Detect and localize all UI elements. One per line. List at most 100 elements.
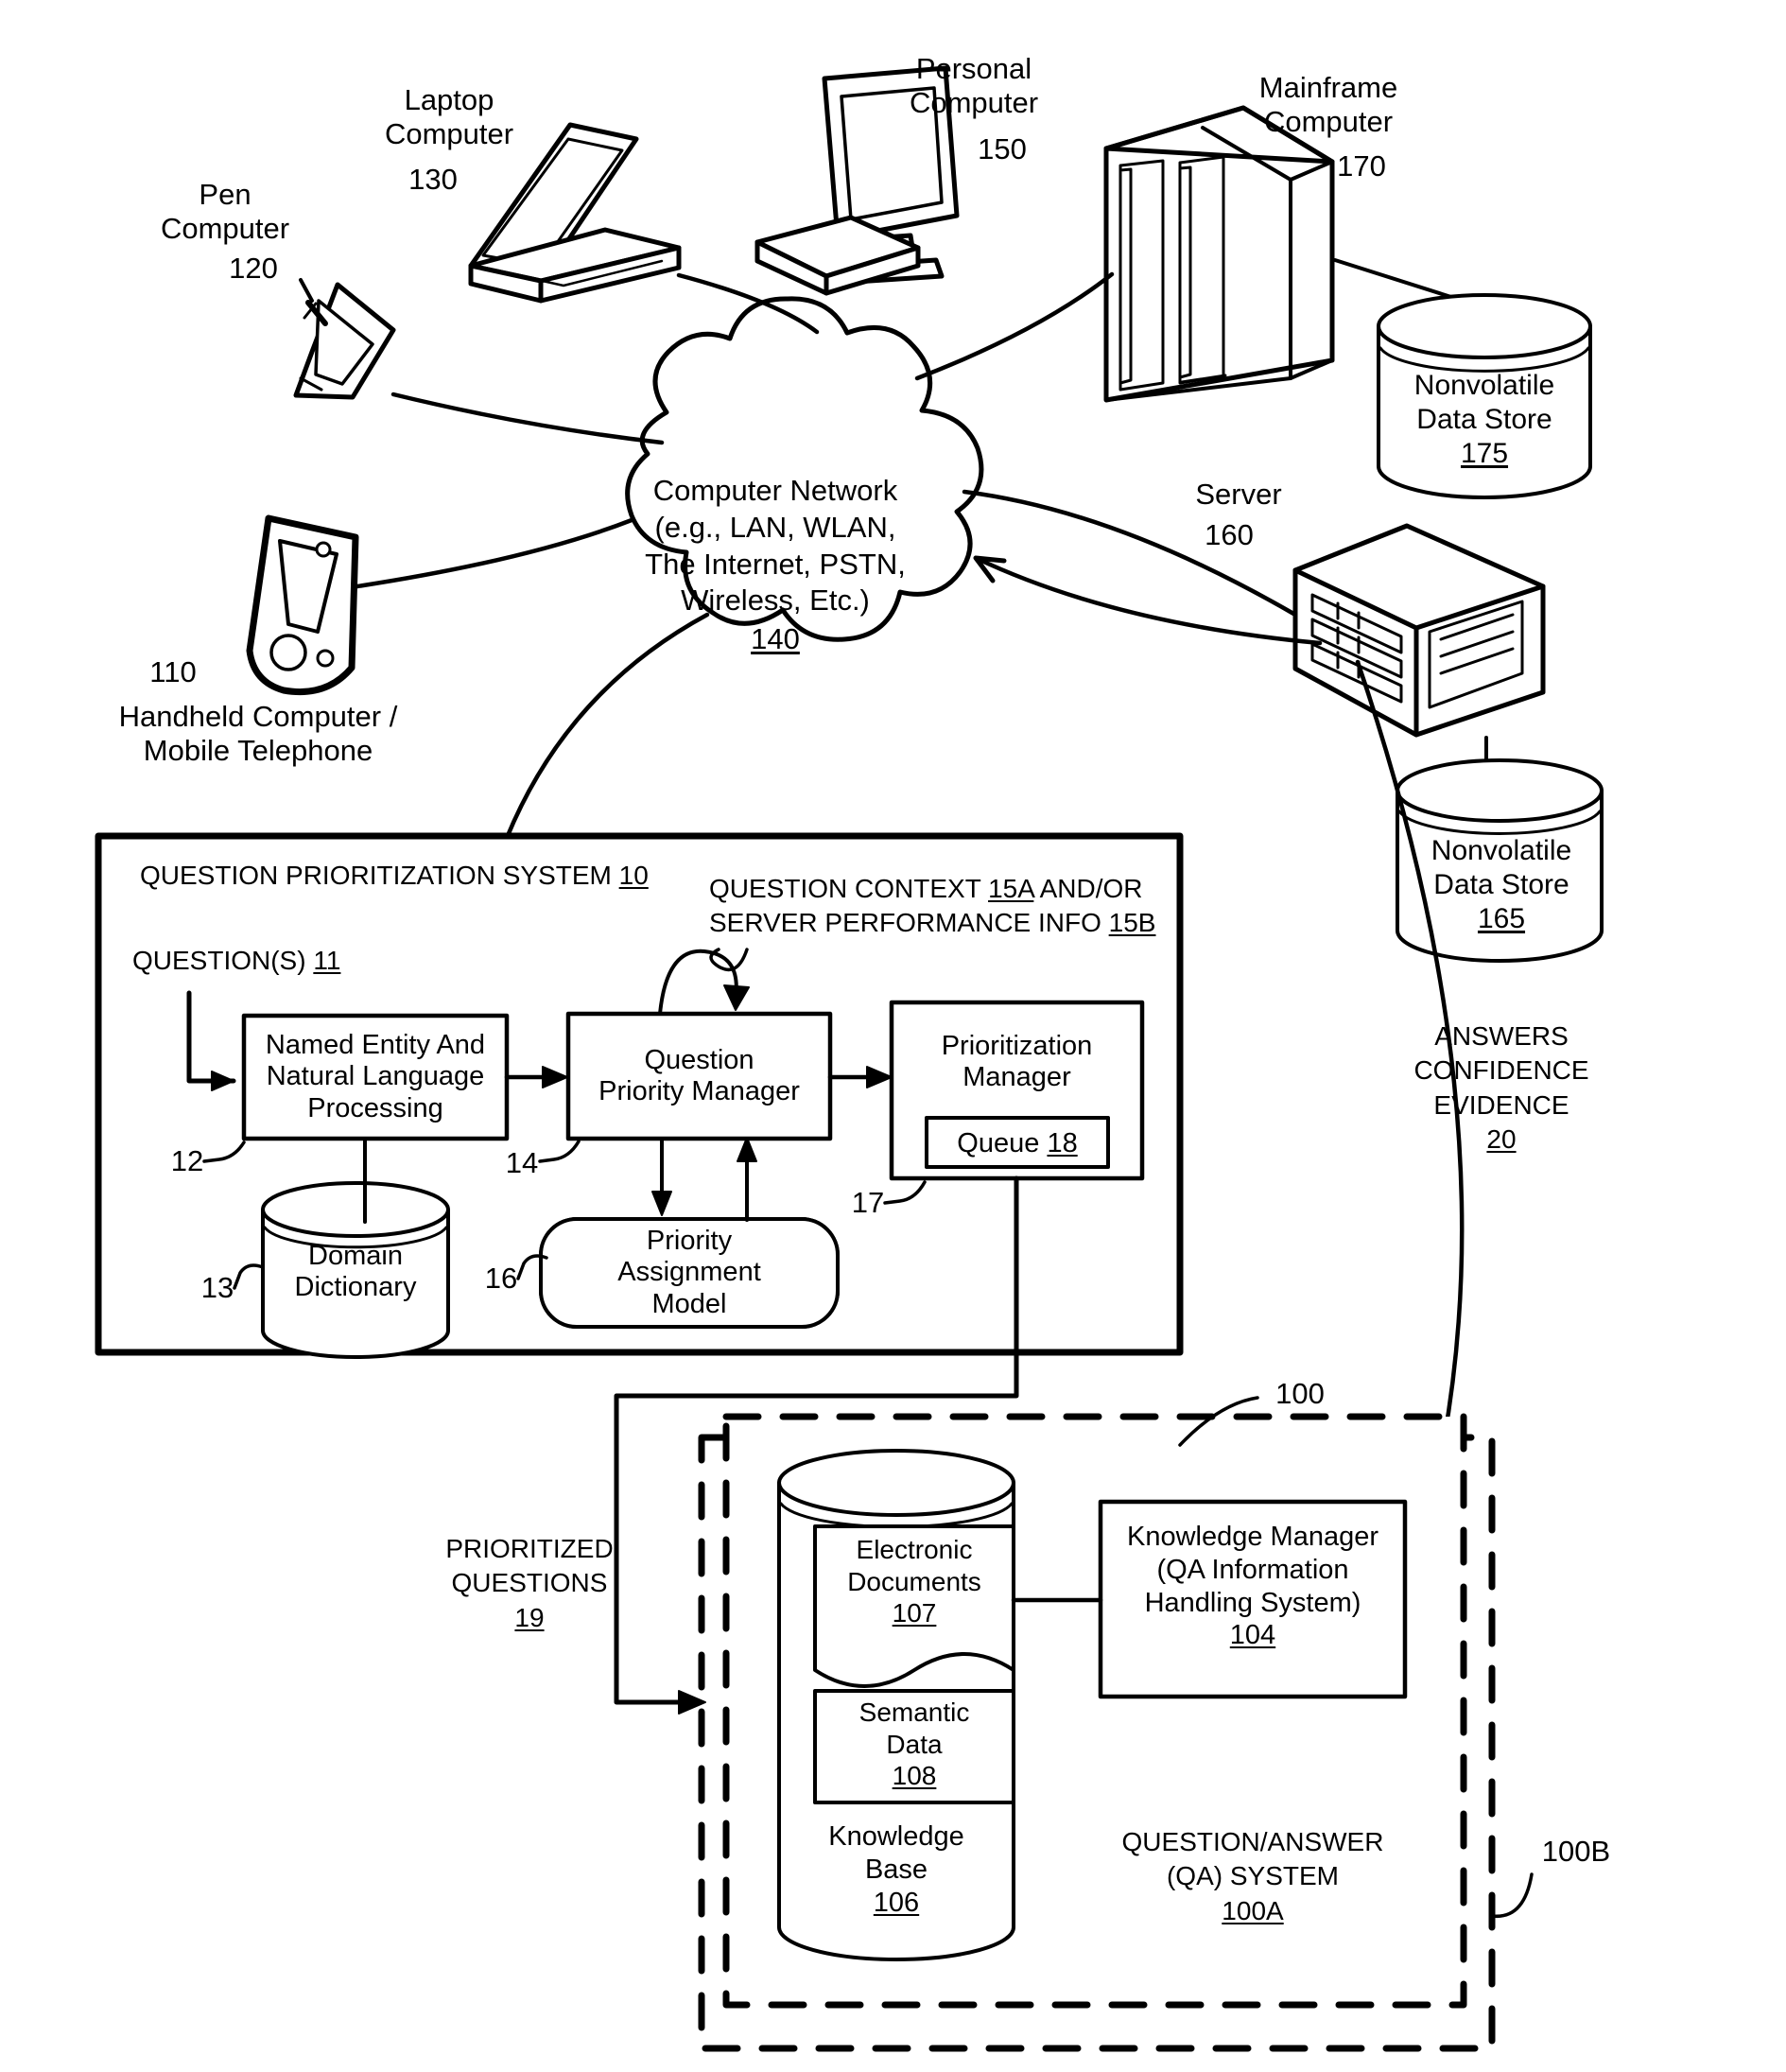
kb-line-1: Knowledge <box>828 1821 964 1852</box>
ref-14-label: 14 <box>505 1146 539 1179</box>
qa-system-title: QUESTION/ANSWER (QA) SYSTEM 100A <box>1097 1825 1409 1928</box>
nlp-line-3: Processing <box>307 1092 443 1123</box>
ref-100b-leader <box>1490 1872 1534 1918</box>
dd-line-2: Dictionary <box>294 1272 417 1302</box>
ace-line-1: ANSWERS <box>1434 1021 1569 1051</box>
personal-computer-ref: 150 <box>978 132 1027 165</box>
qps-title: QUESTION PRIORITIZATION SYSTEM 10 <box>140 861 649 891</box>
nlp-line-2: Natural Language <box>266 1061 485 1092</box>
pam-line-1: Priority <box>646 1226 733 1257</box>
ds165-ref: 165 <box>1477 903 1526 934</box>
qa-title-line-2: (QA) SYSTEM <box>1166 1861 1339 1891</box>
qpm-line-1: Question <box>644 1044 754 1075</box>
laptop-computer-label: Laptop Computer <box>384 83 514 150</box>
ds165-line-2: Data Store <box>1433 869 1569 900</box>
sd-ref: 108 <box>892 1761 937 1791</box>
question-priority-manager-label: Question Priority Manager <box>568 1014 830 1139</box>
nonvolatile-data-store-165-label: Nonvolatile Data Store 165 <box>1407 834 1596 936</box>
qpm-line-2: Priority Manager <box>598 1076 800 1106</box>
knowledge-base-label: Knowledge Base 106 <box>800 1820 993 1919</box>
qa-title-ref: 100A <box>1222 1895 1284 1925</box>
handheld-computer-icon <box>246 514 359 696</box>
dd-line-1: Domain <box>308 1240 403 1271</box>
ace-line-2: CONFIDENCE <box>1413 1055 1589 1086</box>
ref-13-label: 13 <box>200 1271 234 1304</box>
km-line-3: Handling System) <box>1144 1587 1361 1618</box>
questions-input-label: QUESTION(S) 11 <box>132 946 340 976</box>
domain-dictionary-label: Domain Dictionary <box>263 1229 448 1315</box>
handheld-computer-label: Handheld Computer / Mobile Telephone <box>118 700 398 767</box>
pam-line-3: Model <box>651 1288 727 1319</box>
ace-line-3: EVIDENCE <box>1433 1089 1569 1120</box>
prioritized-questions-label: PRIORITIZED QUESTIONS 19 <box>407 1532 652 1635</box>
prioritization-manager-label: Prioritization Manager <box>892 1019 1142 1105</box>
answers-confidence-evidence-label: ANSWERS CONFIDENCE EVIDENCE 20 <box>1388 1019 1615 1158</box>
ds175-ref: 175 <box>1460 438 1509 469</box>
ds175-line-1: Nonvolatile <box>1413 370 1555 401</box>
ace-ref: 20 <box>1486 1124 1517 1155</box>
context-post-1: AND/OR <box>1033 874 1143 903</box>
pq-line-1: PRIORITIZED <box>445 1534 614 1563</box>
ed-line-2: Documents <box>847 1566 981 1596</box>
context-ref-15a: 15A <box>988 874 1034 903</box>
nonvolatile-data-store-175-label: Nonvolatile Data Store 175 <box>1390 369 1579 471</box>
ref-16-label: 16 <box>484 1262 518 1295</box>
network-line-4: Wireless, Etc.) <box>681 583 870 618</box>
qa-title-line-1: QUESTION/ANSWER <box>1121 1827 1384 1856</box>
pm-line-1: Prioritization <box>941 1030 1093 1061</box>
ref-100-label: 100 <box>1275 1377 1325 1410</box>
network-line-3: The Internet, PSTN, <box>645 547 906 581</box>
pm-line-2: Manager <box>962 1062 1071 1092</box>
ref-100b-label: 100B <box>1541 1835 1611 1868</box>
sd-line-1: Semantic <box>858 1698 970 1727</box>
server-ref: 160 <box>1205 518 1254 551</box>
km-line-2: (QA Information <box>1156 1554 1349 1585</box>
queue-ref: 18 <box>1047 1128 1078 1158</box>
ds175-line-2: Data Store <box>1416 404 1552 435</box>
context-ref-15b: 15B <box>1108 908 1156 938</box>
kb-ref: 106 <box>873 1887 920 1918</box>
pq-line-2: QUESTIONS <box>451 1568 608 1598</box>
context-pre-1: QUESTION CONTEXT <box>709 874 989 903</box>
ed-line-1: Electronic <box>856 1535 973 1564</box>
server-label: Server <box>1195 478 1282 511</box>
handheld-computer-ref: 110 <box>149 655 197 688</box>
pq-ref: 19 <box>514 1602 545 1632</box>
priority-assignment-model-label: Priority Assignment Model <box>541 1220 838 1326</box>
pen-computer-icon <box>293 278 396 400</box>
laptop-computer-ref: 130 <box>408 163 458 196</box>
ref-12-label: 12 <box>170 1144 204 1177</box>
questions-label-text: QUESTION(S) <box>132 946 306 975</box>
ed-ref: 107 <box>892 1598 937 1628</box>
queue-label-text: Queue <box>957 1128 1040 1158</box>
pam-line-2: Assignment <box>617 1257 761 1288</box>
km-line-1: Knowledge Manager <box>1126 1522 1379 1552</box>
pen-computer-label: Pen Computer <box>160 178 290 245</box>
ref-17-label: 17 <box>851 1186 885 1219</box>
electronic-documents-label: Electronic Documents 107 <box>815 1534 1014 1629</box>
ds165-line-1: Nonvolatile <box>1431 835 1572 866</box>
mainframe-computer-label: Mainframe Computer <box>1258 71 1398 138</box>
km-ref: 104 <box>1229 1620 1276 1651</box>
semantic-data-label: Semantic Data 108 <box>815 1697 1014 1792</box>
server-icon <box>1292 523 1546 738</box>
mainframe-computer-icon <box>1103 105 1335 403</box>
network-ref: 140 <box>751 622 800 655</box>
qps-title-text: QUESTION PRIORITIZATION SYSTEM <box>140 861 612 890</box>
kb-line-2: Base <box>864 1854 928 1885</box>
pen-computer-ref: 120 <box>229 252 278 285</box>
patent-figure: Pen Computer 120 Laptop Computer 130 Perso… <box>0 0 1786 2072</box>
mainframe-computer-ref: 170 <box>1337 149 1386 183</box>
knowledge-manager-label: Knowledge Manager (QA Information Handli… <box>1101 1521 1405 1652</box>
computer-network-label: Computer Network (e.g., LAN, WLAN, The I… <box>633 473 917 658</box>
question-context-label: QUESTION CONTEXT 15A AND/OR SERVER PERFO… <box>709 872 1155 941</box>
queue-label: Queue 18 <box>927 1128 1108 1159</box>
context-pre-2: SERVER PERFORMANCE INFO <box>709 908 1109 938</box>
network-line-2: (e.g., LAN, WLAN, <box>654 510 896 544</box>
questions-ref: 11 <box>313 946 341 975</box>
network-line-1: Computer Network <box>652 474 898 507</box>
nlp-line-1: Named Entity And <box>265 1030 486 1061</box>
qps-title-ref: 10 <box>618 861 649 890</box>
personal-computer-label: Personal Computer <box>909 52 1039 119</box>
sd-line-2: Data <box>886 1729 943 1759</box>
